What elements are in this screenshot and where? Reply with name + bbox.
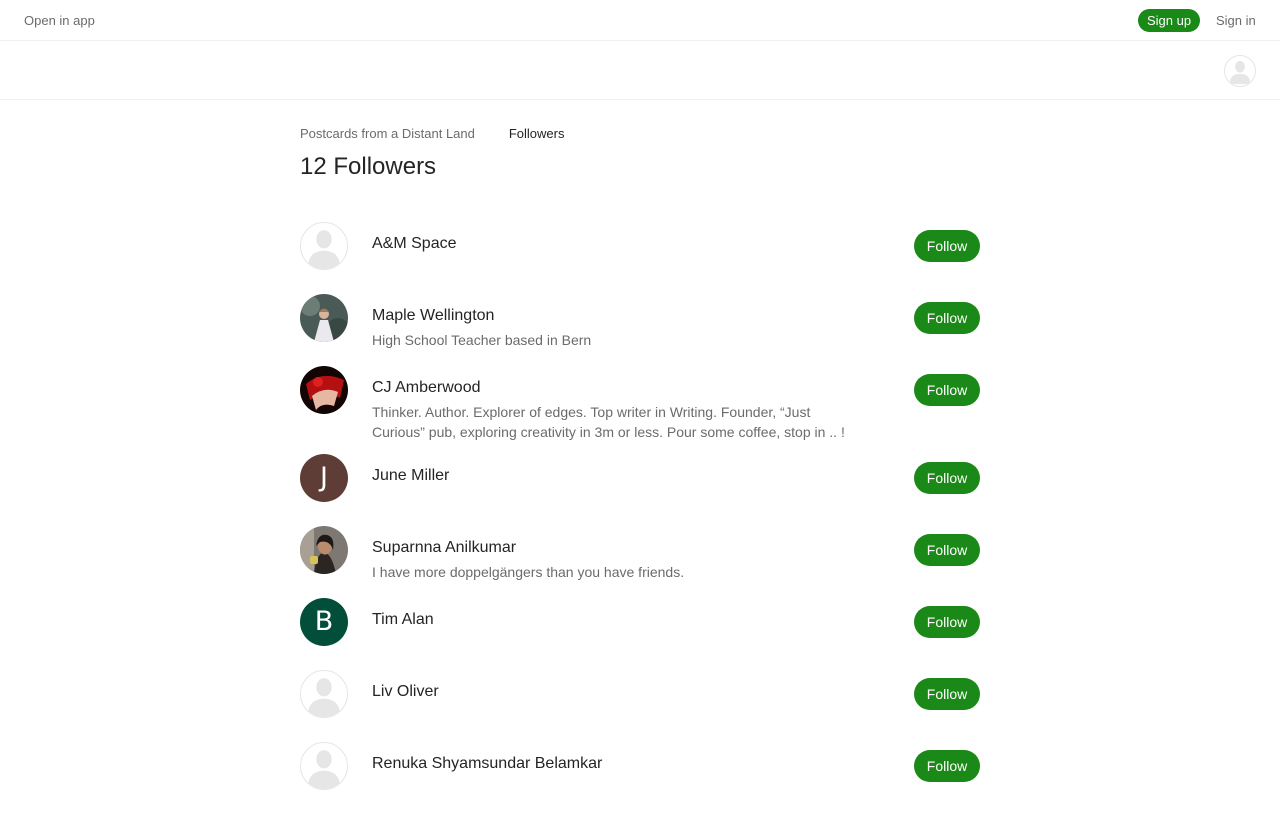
follower-row: Renuka Shyamsundar Belamkar Follow	[300, 742, 980, 790]
follower-photo-avatar[interactable]	[300, 366, 348, 414]
follower-bio: I have more doppelgängers than you have …	[372, 564, 685, 580]
follower-name[interactable]: A&M Space	[372, 234, 456, 254]
page-title: 12 Followers	[300, 153, 437, 180]
follow-button[interactable]: Follow	[914, 302, 980, 334]
follow-button[interactable]: Follow	[914, 678, 980, 710]
follow-button[interactable]: Follow	[914, 534, 980, 566]
follower-name[interactable]: Renuka Shyamsundar Belamkar	[372, 754, 602, 774]
follower-name[interactable]: June Miller	[372, 466, 449, 486]
follower-name[interactable]: Maple Wellington	[372, 306, 494, 326]
follower-bio: Thinker. Author. Explorer of edges. Top …	[372, 404, 845, 440]
follower-row: Liv Oliver Follow	[300, 670, 980, 718]
follow-button[interactable]: Follow	[914, 750, 980, 782]
follow-button[interactable]: Follow	[914, 230, 980, 262]
sign-in-link[interactable]: Sign in	[1216, 13, 1256, 28]
follower-name[interactable]: Tim Alan	[372, 610, 434, 630]
follow-button[interactable]: Follow	[914, 374, 980, 406]
letter-avatar[interactable]: B	[300, 598, 348, 646]
follow-button[interactable]: Follow	[914, 462, 980, 494]
top-bar: Open in app Sign up Sign in	[0, 0, 1280, 41]
open-in-app-link[interactable]: Open in app	[24, 13, 95, 28]
default-avatar-icon[interactable]	[300, 670, 348, 718]
follower-row: Maple Wellington High School Teacher bas…	[300, 294, 980, 348]
follow-button[interactable]: Follow	[914, 606, 980, 638]
letter-avatar[interactable]: J	[300, 454, 348, 502]
breadcrumb: Postcards from a Distant Land Followers	[300, 126, 564, 141]
breadcrumb-current: Followers	[508, 126, 565, 141]
default-avatar-icon[interactable]	[300, 742, 348, 790]
follower-row: J June Miller Follow	[300, 454, 980, 502]
follower-photo-avatar[interactable]	[300, 294, 348, 342]
follower-name[interactable]: CJ Amberwood	[372, 378, 481, 398]
follower-bio: High School Teacher based in Bern	[372, 332, 592, 348]
user-avatar-icon[interactable]	[1224, 55, 1256, 87]
breadcrumb-publication-link[interactable]: Postcards from a Distant Land	[300, 126, 475, 141]
sign-up-button[interactable]: Sign up	[1138, 9, 1200, 32]
follower-row: A&M Space Follow	[300, 222, 980, 270]
follower-row: Suparnna Anilkumar I have more doppelgän…	[300, 526, 980, 580]
follower-row: CJ Amberwood Thinker. Author. Explorer o…	[300, 366, 980, 440]
follower-name[interactable]: Suparnna Anilkumar	[372, 538, 516, 558]
follower-row: B Tim Alan Follow	[300, 598, 980, 646]
publication-bar	[0, 41, 1280, 100]
follower-photo-avatar[interactable]	[300, 526, 348, 574]
default-avatar-icon[interactable]	[300, 222, 348, 270]
follower-name[interactable]: Liv Oliver	[372, 682, 439, 702]
